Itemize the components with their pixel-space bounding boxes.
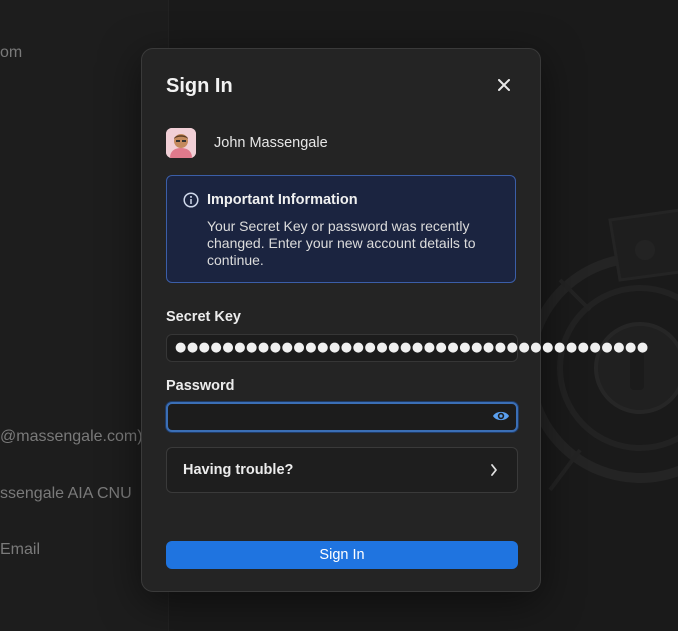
secret-key-value: ●●●●●●●●●●●●●●●●●●●●●●●●●●●●●●●●●●●●●●●●: [175, 340, 649, 355]
password-label: Password: [166, 378, 235, 394]
chevron-right-icon: [491, 464, 497, 476]
close-button[interactable]: [492, 73, 516, 97]
background-text: om: [0, 44, 23, 61]
avatar: [166, 128, 196, 158]
close-icon: [498, 79, 510, 91]
info-icon: [183, 192, 199, 208]
info-title: Important Information: [207, 192, 358, 208]
background-text: ssengale AIA CNU: [0, 485, 132, 502]
account-row: John Massengale: [166, 127, 328, 159]
secret-key-label: Secret Key: [166, 309, 241, 325]
secret-key-field[interactable]: ●●●●●●●●●●●●●●●●●●●●●●●●●●●●●●●●●●●●●●●●: [166, 334, 648, 362]
sign-in-dialog: Sign In John Massengale Important Inform…: [141, 48, 648, 592]
password-input[interactable]: [174, 406, 478, 428]
eye-icon[interactable]: [492, 409, 510, 423]
account-name: John Massengale: [214, 135, 328, 151]
background-text: Email: [0, 541, 41, 558]
background-text: @massengale.com): [0, 428, 143, 445]
info-text: Your Secret Key or password was recently…: [207, 218, 476, 268]
avatar-icon: [166, 128, 196, 158]
dialog-title: Sign In: [166, 75, 233, 97]
having-trouble-button[interactable]: Having trouble?: [166, 447, 518, 493]
sign-in-button[interactable]: Sign In: [166, 541, 518, 569]
having-trouble-label: Having trouble?: [183, 462, 294, 478]
password-field[interactable]: [166, 402, 518, 432]
important-info-banner: Important Information Your Secret Key or…: [166, 175, 516, 283]
